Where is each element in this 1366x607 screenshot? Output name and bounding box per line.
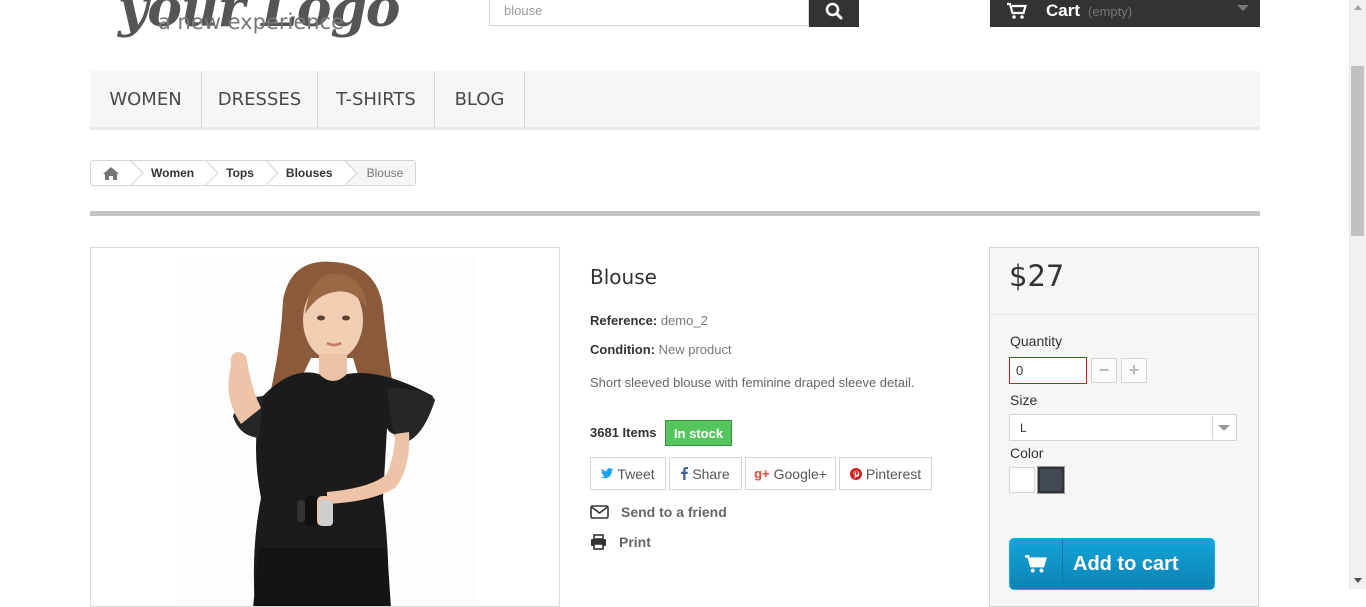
size-label: Size	[1010, 392, 1038, 408]
cart-button[interactable]: Cart (empty)	[990, 0, 1260, 27]
stock-badge: In stock	[665, 420, 732, 446]
breadcrumb-item[interactable]: Tops	[220, 161, 266, 185]
pinterest-icon	[849, 467, 862, 480]
product-photo	[176, 256, 476, 606]
breadcrumb-item[interactable]: Blouses	[280, 161, 345, 185]
cart-label: Cart	[1046, 1, 1081, 20]
quantity-input[interactable]	[1009, 357, 1087, 384]
minus-icon: −	[1098, 360, 1110, 380]
size-value: L	[1020, 420, 1027, 435]
breadcrumb: Women Tops Blouses Blouse	[90, 160, 417, 186]
logo-tagline: a new experience	[158, 10, 345, 34]
search-input[interactable]	[489, 0, 809, 26]
condition-value: New product	[658, 342, 732, 357]
cart-status: (empty)	[1088, 3, 1133, 19]
size-select[interactable]: L	[1009, 414, 1237, 441]
print-label: Print	[619, 534, 651, 550]
main-menu: WOMEN DRESSES T-SHIRTS BLOG	[90, 71, 1260, 130]
add-to-cart-button[interactable]: Add to cart	[1009, 538, 1215, 590]
printer-icon	[591, 534, 606, 550]
divider	[90, 211, 1260, 216]
pinterest-button[interactable]: Pinterest	[839, 457, 932, 490]
google-plus-icon: g+	[754, 466, 770, 481]
print-link[interactable]: Print	[590, 534, 651, 550]
cart-icon	[1010, 539, 1063, 589]
send-to-friend-label: Send to a friend	[621, 504, 727, 520]
send-to-friend-link[interactable]: Send to a friend	[590, 504, 727, 520]
scroll-up-arrow[interactable]	[1349, 0, 1366, 14]
home-icon	[103, 166, 119, 180]
quantity-label: Quantity	[1010, 333, 1063, 349]
tweet-label: Tweet	[617, 465, 655, 482]
color-label: Color	[1010, 445, 1044, 461]
facebook-icon	[681, 467, 689, 480]
plus-icon: +	[1128, 360, 1140, 380]
product-title: Blouse	[590, 265, 657, 289]
product-condition: Condition: New product	[590, 342, 732, 357]
quantity-decrease-button[interactable]: −	[1091, 358, 1117, 383]
breadcrumb-item[interactable]: Women	[145, 161, 206, 185]
facebook-share-button[interactable]: Share	[669, 457, 742, 490]
breadcrumb-home[interactable]	[91, 161, 131, 185]
chevron-down-icon	[1212, 416, 1235, 439]
cart-icon	[1007, 2, 1027, 19]
items-count: 3681 Items	[590, 425, 657, 440]
reference-value: demo_2	[660, 313, 708, 328]
product-reference: Reference: demo_2	[590, 313, 708, 328]
condition-label: Condition:	[590, 342, 655, 357]
pinterest-label: Pinterest	[865, 465, 922, 482]
envelope-icon	[590, 505, 609, 519]
product-description: Short sleeved blouse with feminine drape…	[590, 375, 915, 390]
color-swatch-white[interactable]	[1009, 467, 1035, 493]
breadcrumb-separator	[206, 161, 219, 185]
product-price: $27	[1009, 259, 1065, 293]
google-plus-label: Google+	[773, 465, 827, 482]
menu-item-blog[interactable]: BLOG	[435, 71, 525, 127]
breadcrumb-separator	[131, 161, 144, 185]
add-to-cart-label: Add to cart	[1073, 552, 1179, 575]
search-icon	[825, 2, 843, 20]
chevron-down-icon	[1237, 5, 1249, 11]
reference-label: Reference:	[590, 313, 658, 328]
breadcrumb-separator	[344, 161, 359, 185]
breadcrumb-current: Blouse	[358, 161, 416, 185]
google-plus-button[interactable]: g+ Google+	[745, 457, 836, 490]
menu-item-dresses[interactable]: DRESSES	[202, 71, 318, 127]
menu-item-women[interactable]: WOMEN	[90, 71, 202, 127]
color-swatch-dark[interactable]	[1037, 466, 1065, 494]
share-label: Share	[692, 465, 730, 482]
tweet-button[interactable]: Tweet	[590, 457, 666, 490]
twitter-icon	[601, 468, 614, 479]
quantity-increase-button[interactable]: +	[1121, 358, 1147, 383]
menu-item-tshirts[interactable]: T-SHIRTS	[318, 71, 435, 127]
product-image[interactable]	[90, 247, 560, 607]
search-button[interactable]	[809, 0, 859, 27]
scrollbar-thumb[interactable]	[1351, 66, 1364, 236]
scroll-down-arrow[interactable]	[1349, 573, 1366, 587]
breadcrumb-separator	[265, 161, 279, 185]
